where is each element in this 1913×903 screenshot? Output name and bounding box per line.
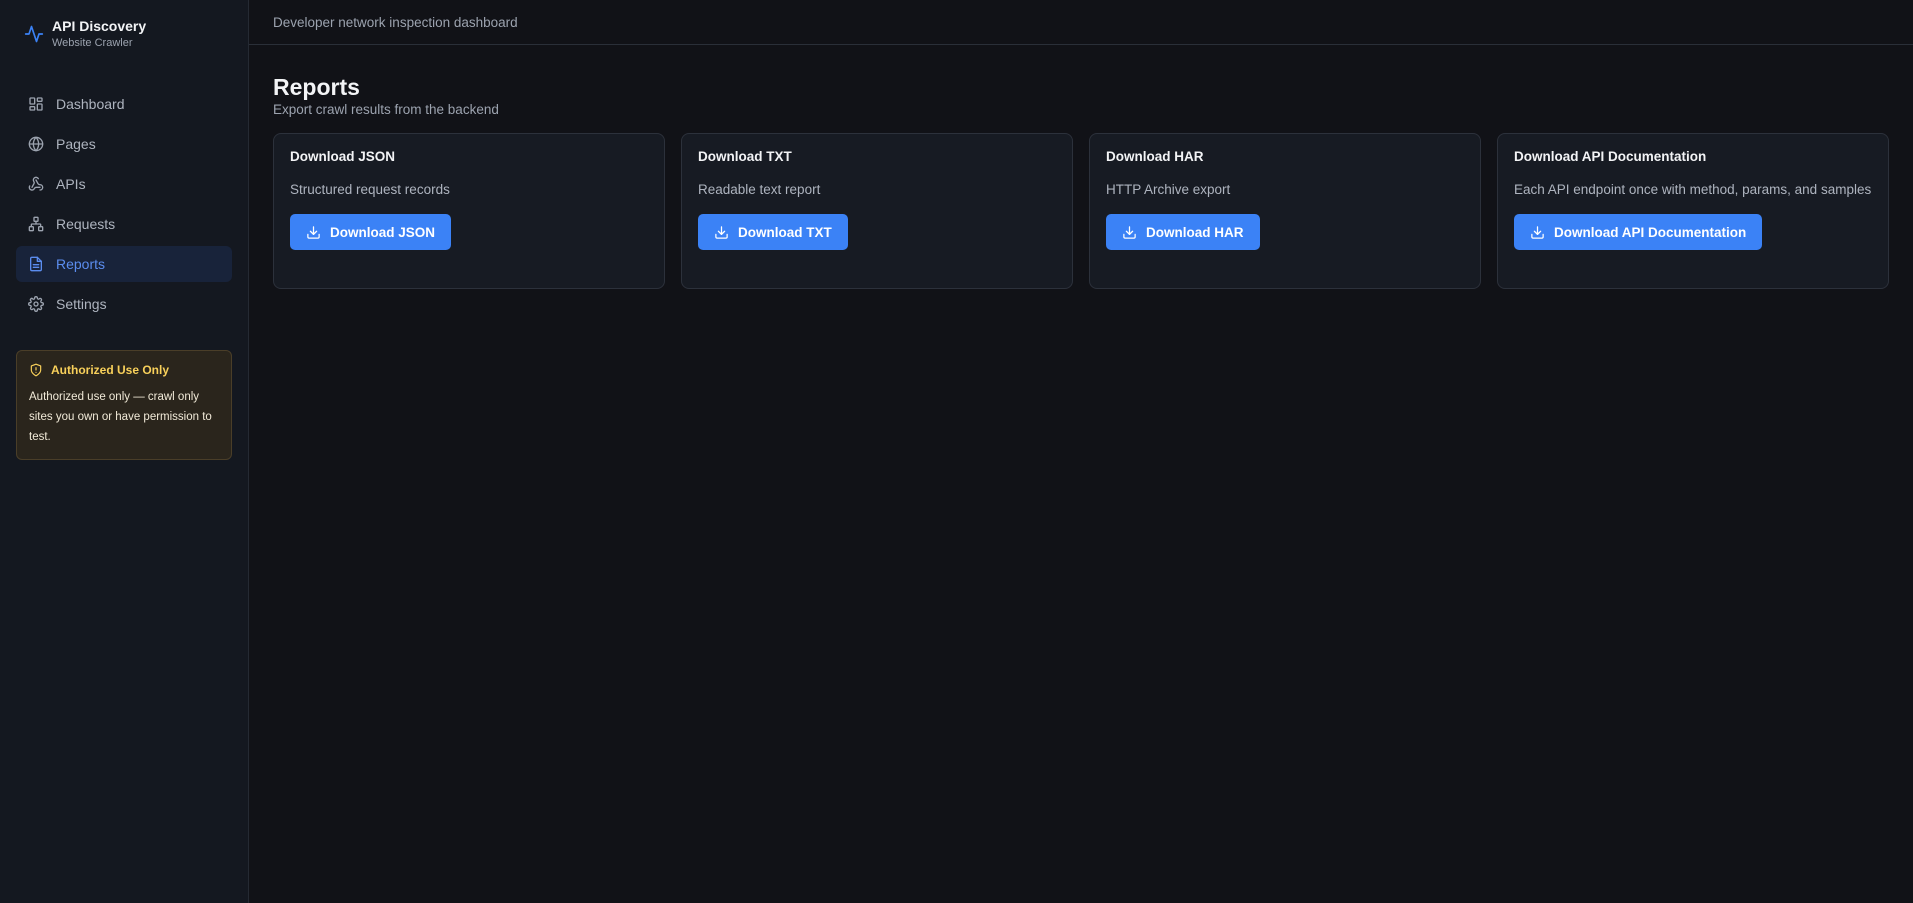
sidebar-item-settings[interactable]: Settings [16,286,232,322]
button-label: Download API Documentation [1554,224,1747,240]
sidebar-item-reports[interactable]: Reports [16,246,232,282]
button-label: Download JSON [330,224,436,240]
sidebar-item-apis[interactable]: APIs [16,166,232,202]
report-card-txt: Download TXT Readable text report Downlo… [681,133,1073,289]
download-har-button[interactable]: Download HAR [1106,214,1260,250]
button-label: Download TXT [738,224,832,240]
shield-alert-icon [30,363,42,377]
sidebar-item-label: Requests [56,216,116,232]
page-content: Reports Export crawl results from the ba… [249,45,1913,289]
sidebar-nav: Dashboard Pages APIs Requests Reports Se… [16,86,232,322]
page-subtitle: Export crawl results from the backend [273,102,499,117]
download-icon [1531,225,1544,239]
download-icon [307,225,320,239]
app-root: API Discovery Website Crawler Dashboard … [0,0,1913,903]
sidebar-item-label: APIs [56,176,86,192]
notice-text: Authorized use only — crawl only sites y… [29,391,212,443]
sidebar-item-requests[interactable]: Requests [16,206,232,242]
download-api-docs-button[interactable]: Download API Documentation [1514,214,1763,250]
button-label: Download HAR [1146,224,1244,240]
card-title: Download HAR [1106,149,1204,164]
page-title: Reports [273,74,360,100]
dashboard-icon [29,97,43,111]
report-card-api-docs: Download API Documentation Each API endp… [1497,133,1889,289]
card-description: Each API endpoint once with method, para… [1514,182,1872,197]
sidebar-item-label: Settings [56,296,107,312]
sidebar: API Discovery Website Crawler Dashboard … [0,0,249,903]
report-card-json: Download JSON Structured request records… [273,133,665,289]
topbar: Developer network inspection dashboard [249,0,1913,45]
topbar-text: Developer network inspection dashboard [273,14,518,30]
app-title: API Discovery [52,18,147,34]
download-json-button[interactable]: Download JSON [290,214,452,250]
sidebar-item-dashboard[interactable]: Dashboard [16,86,232,122]
notice-header: Authorized Use Only [29,363,219,377]
download-txt-button[interactable]: Download TXT [698,214,848,250]
sidebar-item-label: Reports [56,256,106,272]
brand: API Discovery Website Crawler [16,0,232,70]
download-icon [1123,225,1136,239]
sidebar-item-label: Pages [56,136,96,152]
globe-icon [28,136,44,152]
download-icon [715,225,728,239]
card-description: Structured request records [290,182,450,197]
report-card-har: Download HAR HTTP Archive export Downloa… [1089,133,1481,289]
card-description: Readable text report [698,182,821,197]
authorized-use-notice: Authorized Use Only Authorized use only … [16,350,232,460]
report-cards: Download JSON Structured request records… [273,133,1889,289]
webhook-icon [28,176,44,191]
file-text-icon [30,256,42,272]
card-title: Download TXT [698,149,792,164]
sidebar-item-label: Dashboard [56,96,125,112]
network-icon [28,216,44,232]
main-area: Developer network inspection dashboard R… [249,0,1913,903]
gear-icon [28,296,44,312]
app-subtitle: Website Crawler [52,37,133,49]
card-title: Download JSON [290,149,396,164]
sidebar-item-pages[interactable]: Pages [16,126,232,162]
card-title: Download API Documentation [1514,149,1707,164]
card-description: HTTP Archive export [1106,182,1231,197]
activity-icon [24,25,44,43]
notice-title: Authorized Use Only [51,363,170,377]
